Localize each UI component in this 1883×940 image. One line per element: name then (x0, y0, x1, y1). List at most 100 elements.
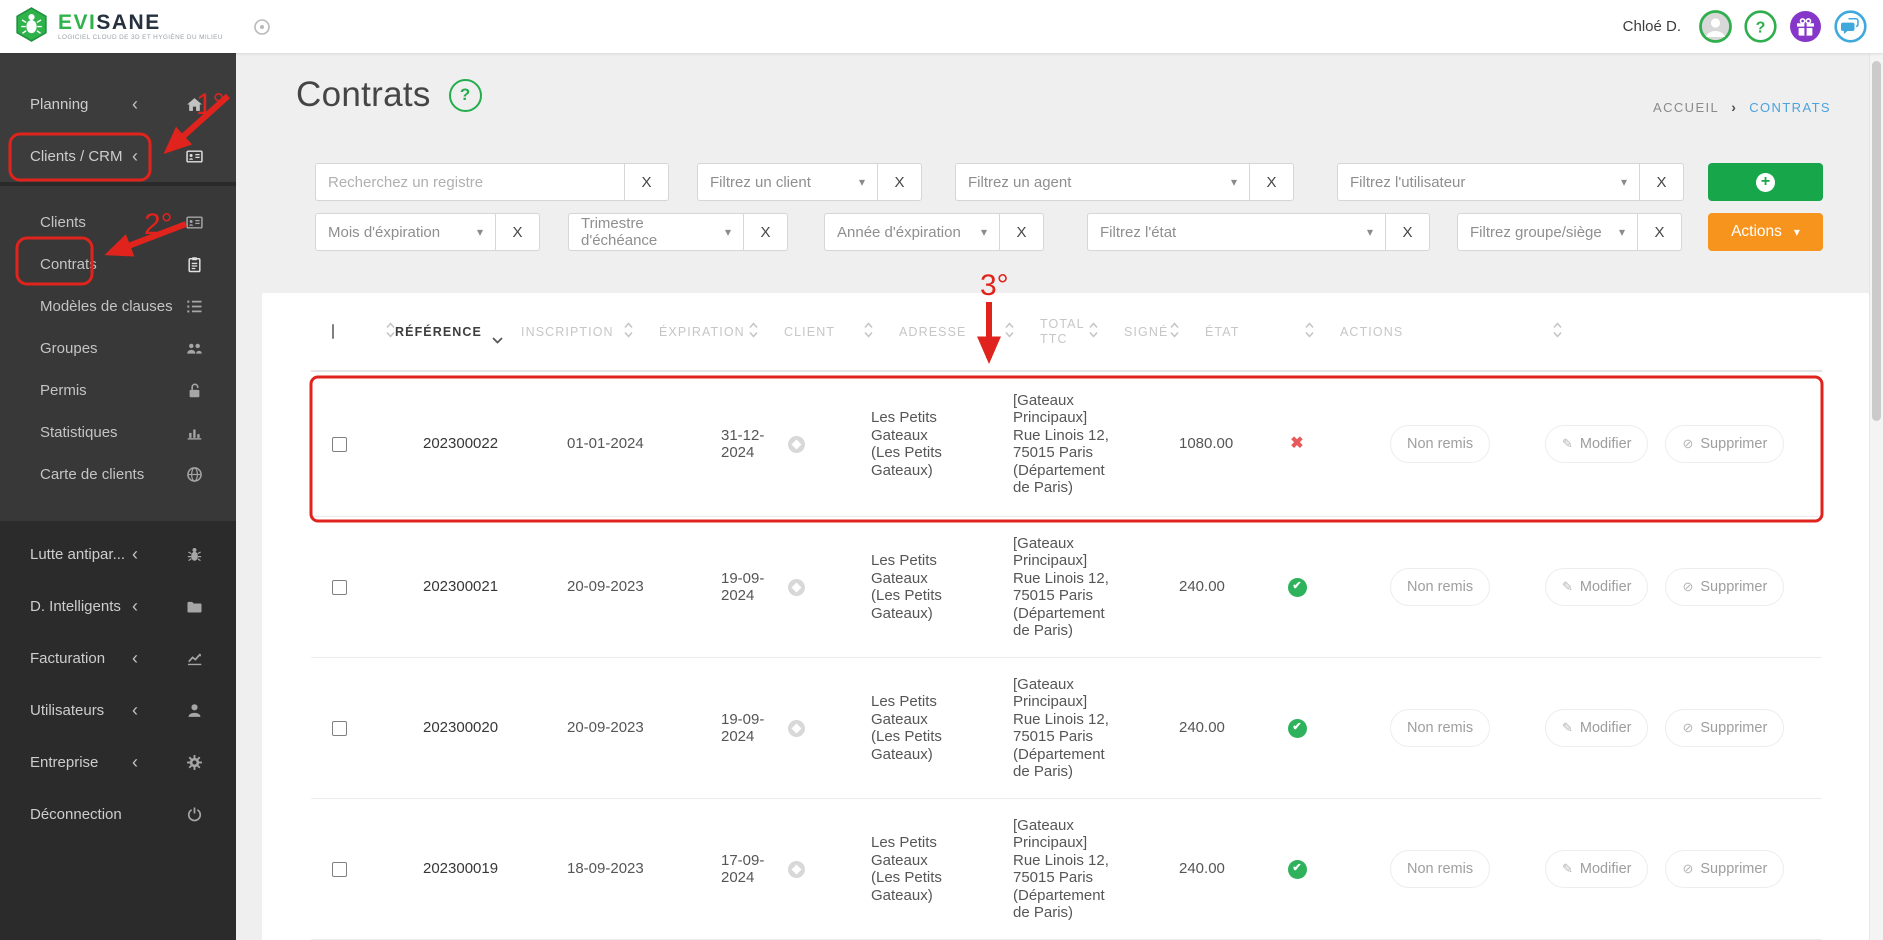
sidebar-item-facturation[interactable]: Facturation ‹ (0, 632, 236, 684)
filter-etat-group: Filtrez l'état ▾ X (1087, 213, 1430, 251)
filter-client-select[interactable]: Filtrez un client ▾ (697, 163, 878, 201)
sort-icon[interactable] (864, 322, 873, 341)
sidebar-item-contrats[interactable]: Contrats (0, 243, 236, 285)
sort-icon[interactable] (386, 322, 395, 341)
breadcrumb-current[interactable]: CONTRATS (1749, 100, 1831, 115)
supprimer-button[interactable]: ⊘ Supprimer (1665, 425, 1785, 463)
filter-agent-select[interactable]: Filtrez un agent ▾ (955, 163, 1250, 201)
row-checkbox[interactable] (332, 861, 347, 877)
supprimer-button[interactable]: ⊘ Supprimer (1665, 850, 1785, 888)
column-header-total-ttc[interactable]: TOTAL TTC (1040, 317, 1124, 347)
cell-expiration: 17-09-2024 (659, 799, 805, 939)
cell-reference: 202300022 (423, 435, 499, 453)
clear-filter-button[interactable]: X (999, 213, 1044, 251)
clear-filter-button[interactable]: X (1249, 163, 1294, 201)
sort-icon[interactable] (1089, 321, 1098, 342)
supprimer-button[interactable]: ⊘ Supprimer (1665, 568, 1785, 606)
history-icon[interactable] (788, 578, 805, 596)
circle-dot-icon[interactable] (253, 18, 271, 36)
gift-icon[interactable] (1789, 10, 1822, 43)
sidebar-item-groupes[interactable]: Groupes (0, 327, 236, 369)
history-icon[interactable] (788, 719, 805, 737)
page-help-icon[interactable]: ? (448, 78, 482, 112)
modifier-button[interactable]: ✎ Modifier (1545, 425, 1649, 463)
sidebar-item-deconnection[interactable]: Déconnection (0, 788, 236, 840)
column-header-adresse[interactable]: ADRESSE (899, 322, 1040, 341)
clear-filter-button[interactable]: X (1637, 213, 1682, 251)
actions-button[interactable]: Actions ▾ (1708, 213, 1823, 251)
sidebar-item-entreprise[interactable]: Entreprise ‹ (0, 736, 236, 788)
chat-icon[interactable] (1834, 10, 1867, 43)
sort-icon[interactable] (1305, 322, 1314, 341)
add-contract-button[interactable]: + (1708, 163, 1823, 201)
column-header-etat[interactable]: ÉTAT (1205, 322, 1340, 341)
chevron-down-icon: ▾ (1230, 175, 1237, 189)
clear-search-button[interactable]: X (624, 163, 669, 201)
sidebar-item-d-intelligents[interactable]: D. Intelligents ‹ (0, 580, 236, 632)
clear-filter-button[interactable]: X (495, 213, 540, 251)
column-header-expiration[interactable]: ÉXPIRATION (659, 322, 784, 341)
app-logo[interactable]: EVISANE LOGICIEL CLOUD DE 3D ET HYGIÈNE … (13, 6, 223, 48)
cell-expiration: 19-09-2024 (659, 517, 805, 657)
filter-mois-select[interactable]: Mois d'éxpiration ▾ (315, 213, 496, 251)
breadcrumb: ACCUEIL › CONTRATS (1653, 99, 1831, 115)
sidebar-item-modeles-de-clauses[interactable]: Modèles de clauses (0, 285, 236, 327)
cell-client: Les Petits Gateaux (Les Petits Gateaux) (871, 409, 942, 479)
clear-filter-button[interactable]: X (743, 213, 788, 251)
modifier-button[interactable]: ✎ Modifier (1545, 850, 1649, 888)
filter-utilisateur-select[interactable]: Filtrez l'utilisateur ▾ (1337, 163, 1640, 201)
sidebar-bottom-section: Lutte antipar... ‹ D. Intelligents ‹ Fac… (0, 521, 236, 840)
sidebar-item-clients-crm[interactable]: Clients / CRM ‹ (0, 130, 236, 182)
select-all-checkbox[interactable] (332, 324, 334, 339)
sidebar-item-permis[interactable]: Permis (0, 369, 236, 411)
cell-etat: Non remis (1323, 799, 1493, 939)
row-spacer-cell (359, 517, 395, 657)
brand-dark: SANE (96, 10, 161, 34)
column-header-client[interactable]: CLIENT (784, 322, 899, 341)
bug-icon (186, 546, 203, 563)
column-header-reference[interactable]: RÉFÉRENCE (395, 317, 521, 347)
filter-groupe-select[interactable]: Filtrez groupe/siège ▾ (1457, 213, 1638, 251)
sort-icon[interactable] (1005, 322, 1014, 341)
column-header-signe[interactable]: SIGNÉ (1124, 322, 1205, 341)
sort-icon[interactable] (749, 322, 758, 341)
supprimer-button[interactable]: ⊘ Supprimer (1665, 709, 1785, 747)
search-input[interactable] (315, 163, 625, 201)
row-checkbox[interactable] (332, 436, 347, 452)
help-icon[interactable]: ? (1744, 10, 1777, 43)
modifier-button[interactable]: ✎ Modifier (1545, 568, 1649, 606)
sidebar-item-label: Permis (40, 381, 87, 399)
etat-button[interactable]: Non remis (1390, 425, 1491, 463)
etat-button[interactable]: Non remis (1390, 709, 1491, 747)
clear-filter-button[interactable]: X (877, 163, 922, 201)
scrollbar-thumb[interactable] (1872, 61, 1881, 421)
row-checkbox[interactable] (332, 720, 347, 736)
sidebar-item-carte-de-clients[interactable]: Carte de clients (0, 453, 236, 495)
column-header-inscription[interactable]: INSCRIPTION (521, 322, 659, 341)
etat-button[interactable]: Non remis (1390, 568, 1491, 606)
sort-icon[interactable] (1170, 322, 1179, 341)
sidebar-item-statistiques[interactable]: Statistiques (0, 411, 236, 453)
vertical-scrollbar[interactable] (1869, 53, 1883, 940)
etat-button[interactable]: Non remis (1390, 850, 1491, 888)
filter-etat-select[interactable]: Filtrez l'état ▾ (1087, 213, 1386, 251)
history-icon[interactable] (788, 860, 805, 878)
breadcrumb-home[interactable]: ACCUEIL (1653, 100, 1719, 115)
sort-icon[interactable] (1553, 322, 1562, 341)
history-icon[interactable] (788, 435, 805, 453)
cell-signe: ✔ (1233, 799, 1323, 939)
sidebar-item-planning[interactable]: Planning ‹ (0, 78, 236, 130)
sort-icon[interactable] (624, 322, 633, 341)
row-checkbox[interactable] (332, 579, 347, 595)
filter-trimestre-select[interactable]: Trimestre d'échéance ▾ (568, 213, 744, 251)
column-header-actions[interactable]: ACTIONS (1340, 322, 1822, 341)
filter-annee-select[interactable]: Année d'éxpiration ▾ (824, 213, 1000, 251)
chevron-down-icon: ▾ (1366, 225, 1373, 239)
sidebar-item-utilisateurs[interactable]: Utilisateurs ‹ (0, 684, 236, 736)
clear-filter-button[interactable]: X (1639, 163, 1684, 201)
sidebar-item-clients[interactable]: Clients (0, 201, 236, 243)
modifier-button[interactable]: ✎ Modifier (1545, 709, 1649, 747)
clear-filter-button[interactable]: X (1385, 213, 1430, 251)
avatar[interactable] (1699, 10, 1732, 43)
sidebar-item-lutte-antiparasitaire[interactable]: Lutte antipar... ‹ (0, 528, 236, 580)
